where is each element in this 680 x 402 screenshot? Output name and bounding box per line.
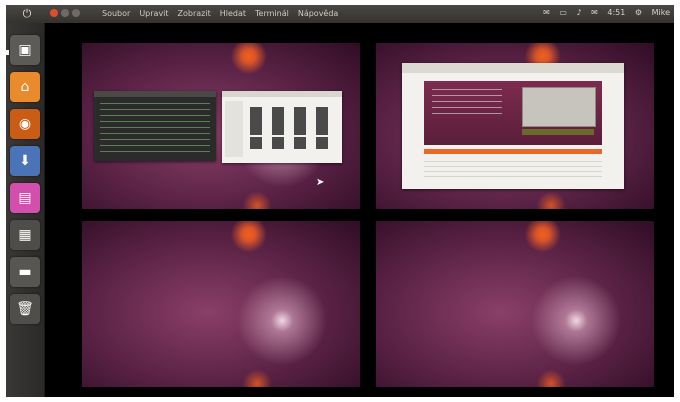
- software-center-icon[interactable]: ⬇: [10, 146, 40, 176]
- menu-item[interactable]: Zobrazit: [178, 9, 211, 18]
- workspace-2[interactable]: [376, 43, 654, 209]
- trash-icon[interactable]: 🗑: [10, 294, 40, 324]
- settings-icon[interactable]: ⚙: [635, 8, 642, 17]
- files-icon[interactable]: ▦: [10, 220, 40, 250]
- battery-icon[interactable]: ▭: [559, 8, 567, 17]
- desktop-icon[interactable]: ▬: [10, 257, 40, 287]
- workspace-switcher-icon[interactable]: ▣: [10, 35, 40, 65]
- file-icons: [250, 137, 336, 149]
- minimize-icon[interactable]: [61, 9, 69, 17]
- file-icons: [250, 107, 336, 135]
- menu-item[interactable]: Soubor: [102, 9, 130, 18]
- window-controls: [50, 9, 83, 19]
- banner-text: [432, 89, 502, 119]
- top-panel: ⏻ Soubor Upravit Zobrazit Hledat Terminál Náp…: [6, 5, 674, 23]
- workspace-1[interactable]: ➤: [82, 43, 360, 209]
- power-icon[interactable]: ⏻: [21, 8, 33, 20]
- messages-icon[interactable]: ✉: [591, 8, 598, 17]
- close-icon[interactable]: [50, 9, 58, 17]
- firefox-window[interactable]: [402, 63, 624, 189]
- user-name[interactable]: Mike: [652, 8, 670, 17]
- banner-screenshot: [522, 87, 596, 127]
- menu-item[interactable]: Hledat: [220, 9, 246, 18]
- cursor-icon: ➤: [316, 177, 325, 188]
- workspace-3[interactable]: [82, 221, 360, 387]
- banner-bar: [522, 129, 594, 135]
- file-manager-sidebar: [225, 101, 243, 157]
- menu-item[interactable]: Upravit: [139, 9, 168, 18]
- sound-icon[interactable]: ♪: [576, 8, 581, 17]
- menu-item[interactable]: Nápověda: [298, 9, 339, 18]
- download-button[interactable]: [424, 149, 602, 154]
- indicator-area: ✉ ▭ ♪ ✉ 4:51 ⚙ Mike: [536, 8, 670, 17]
- ubuntu-web-banner: [424, 81, 602, 145]
- browser-toolbar: [402, 63, 624, 73]
- launcher: ▣ ⌂ ◉ ⬇ ▤ ▦ ▬ 🗑: [6, 23, 45, 397]
- home-folder-icon[interactable]: ⌂: [10, 72, 40, 102]
- workspace-4[interactable]: [376, 221, 654, 387]
- file-manager-toolbar: [222, 91, 342, 97]
- clock[interactable]: 4:51: [607, 8, 625, 17]
- menu-item[interactable]: Terminál: [255, 9, 289, 18]
- maximize-icon[interactable]: [72, 9, 80, 17]
- app-menu: Soubor Upravit Zobrazit Hledat Terminál Nápov…: [102, 9, 347, 18]
- mail-icon[interactable]: ✉: [543, 8, 550, 17]
- page-content: [424, 161, 602, 179]
- firefox-icon[interactable]: ◉: [10, 109, 40, 139]
- terminal-titlebar: [94, 91, 216, 97]
- screen: ⏻ Soubor Upravit Zobrazit Hledat Terminál Náp…: [6, 5, 674, 397]
- file-manager-window[interactable]: [222, 91, 342, 163]
- terminal-window[interactable]: [94, 91, 216, 161]
- terminal-text: [100, 103, 210, 153]
- libreoffice-impress-icon[interactable]: ▤: [10, 183, 40, 213]
- active-indicator: [6, 50, 9, 55]
